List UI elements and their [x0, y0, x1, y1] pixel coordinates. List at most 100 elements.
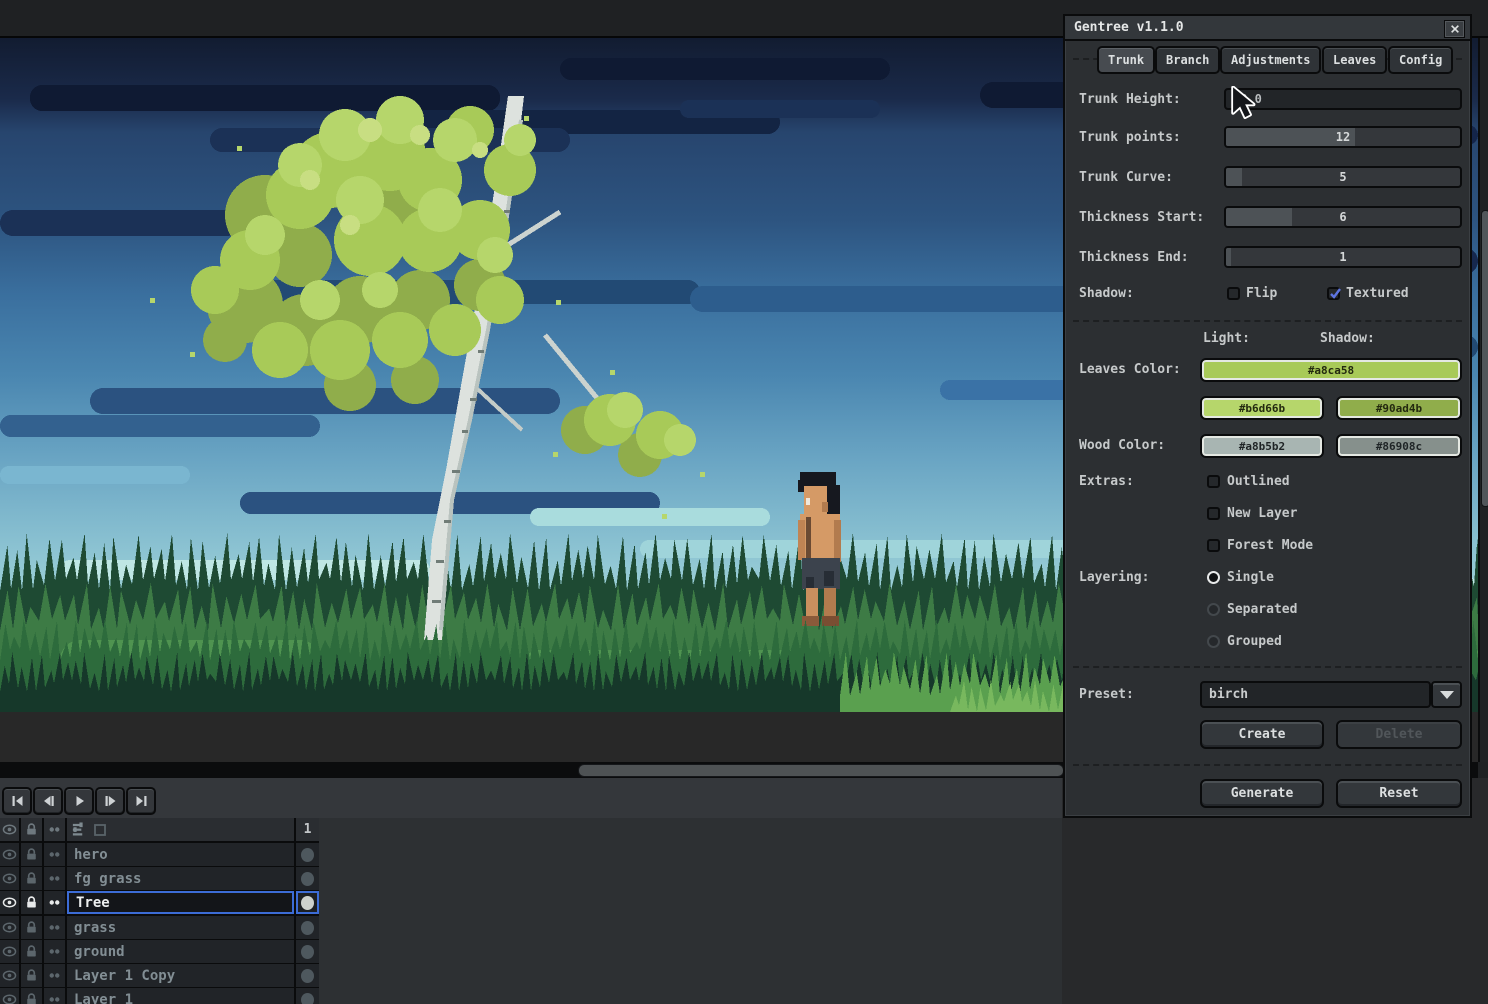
tab-adjustments[interactable]: Adjustments [1220, 46, 1322, 74]
layer-name[interactable]: Tree [67, 891, 294, 914]
continuous-icon[interactable] [44, 867, 65, 890]
cel[interactable] [296, 843, 319, 866]
cel[interactable] [296, 891, 319, 914]
single-label[interactable]: Single [1227, 570, 1274, 585]
lock-icon[interactable] [21, 940, 42, 963]
lock-icon[interactable] [21, 867, 42, 890]
eye-icon[interactable] [0, 843, 19, 866]
eye-icon[interactable] [0, 916, 19, 939]
cel-box-icon [93, 823, 107, 837]
dialog-title-bar[interactable]: Gentree v1.1.0 [1065, 16, 1470, 41]
continuous-icon[interactable] [44, 964, 65, 987]
thickness-end-slider[interactable]: 1 [1224, 246, 1462, 268]
tab-config[interactable]: Config [1388, 46, 1454, 74]
eye-icon[interactable] [0, 867, 19, 890]
new-layer-checkbox[interactable] [1207, 507, 1220, 520]
continuous-icon[interactable] [44, 916, 65, 939]
trunk-points-slider[interactable]: 12 [1224, 126, 1462, 148]
forest-mode-checkbox[interactable] [1207, 539, 1220, 552]
layer-list: 1 hero fg grass Tree grass ground Layer … [0, 818, 319, 1004]
layer-row[interactable]: grass [0, 916, 319, 939]
horizontal-scrollbar-thumb[interactable] [578, 764, 1064, 777]
textured-checkbox[interactable] [1327, 287, 1341, 300]
trunk-curve-slider[interactable]: 5 [1224, 166, 1462, 188]
layer-row[interactable]: fg grass [0, 867, 319, 890]
eye-icon[interactable] [0, 891, 19, 914]
vertical-scrollbar-thumb[interactable] [1481, 210, 1488, 507]
cel[interactable] [296, 916, 319, 939]
close-icon[interactable] [1444, 20, 1465, 38]
lock-icon[interactable] [21, 988, 42, 1004]
trunk-height-input[interactable]: 80.0 [1224, 88, 1462, 110]
trunk-points-label: Trunk points: [1079, 130, 1181, 145]
layer-row[interactable]: Layer 1 Copy [0, 964, 319, 987]
preset-label: Preset: [1079, 687, 1134, 702]
outlined-checkbox[interactable] [1207, 475, 1220, 488]
cel[interactable] [296, 867, 319, 890]
layer-name[interactable]: fg grass [67, 867, 294, 890]
flip-checkbox[interactable] [1227, 287, 1240, 300]
leaves-light-color-swatch[interactable]: #b6d66b [1200, 396, 1324, 420]
layer-row[interactable]: ground [0, 940, 319, 963]
outlined-label[interactable]: Outlined [1227, 474, 1290, 489]
continuous-icon[interactable] [44, 891, 65, 914]
thickness-start-slider[interactable]: 6 [1224, 206, 1462, 228]
flip-label[interactable]: Flip [1246, 286, 1277, 301]
separated-label[interactable]: Separated [1227, 602, 1297, 617]
new-layer-label[interactable]: New Layer [1227, 506, 1297, 521]
preset-dropdown-button[interactable] [1431, 681, 1462, 708]
wood-shadow-color-swatch[interactable]: #86908c [1336, 434, 1462, 458]
layer-name[interactable]: ground [67, 940, 294, 963]
continuous-icon[interactable] [44, 843, 65, 866]
tab-branch[interactable]: Branch [1155, 46, 1221, 74]
forest-mode-label[interactable]: Forest Mode [1227, 538, 1313, 553]
eye-icon[interactable] [0, 818, 19, 841]
layer-name[interactable]: Layer 1 [67, 988, 294, 1004]
continuous-icon[interactable] [44, 818, 65, 841]
lock-icon[interactable] [21, 843, 42, 866]
vertical-scrollbar[interactable] [1478, 38, 1488, 762]
continuous-icon[interactable] [44, 940, 65, 963]
layer-options-header[interactable] [67, 818, 294, 841]
tab-leaves[interactable]: Leaves [1322, 46, 1388, 74]
play-button[interactable] [64, 787, 94, 815]
lock-icon[interactable] [21, 818, 42, 841]
grouped-label[interactable]: Grouped [1227, 634, 1282, 649]
tab-trunk[interactable]: Trunk [1097, 46, 1156, 74]
separated-radio[interactable] [1207, 603, 1220, 616]
lock-icon[interactable] [21, 916, 42, 939]
prev-frame-button[interactable] [33, 787, 63, 815]
first-frame-button[interactable] [2, 787, 32, 815]
preset-dropdown[interactable]: birch [1200, 681, 1431, 708]
generate-button[interactable]: Generate [1200, 779, 1324, 808]
grouped-radio[interactable] [1207, 635, 1220, 648]
reset-button[interactable]: Reset [1336, 779, 1462, 808]
leaves-shadow-color-swatch[interactable]: #90ad4b [1336, 396, 1462, 420]
lock-icon[interactable] [21, 964, 42, 987]
continuous-icon[interactable] [44, 988, 65, 1004]
layer-name[interactable]: Layer 1 Copy [67, 964, 294, 987]
wood-light-color-swatch[interactable]: #a8b5b2 [1200, 434, 1324, 458]
extras-label: Extras: [1079, 474, 1134, 489]
single-radio[interactable] [1207, 571, 1220, 584]
last-frame-button[interactable] [126, 787, 156, 815]
cel[interactable] [296, 988, 319, 1004]
layer-row[interactable]: hero [0, 843, 319, 866]
gentree-dialog: Gentree v1.1.0 Trunk Branch Adjustments … [1063, 14, 1472, 818]
lock-icon[interactable] [21, 891, 42, 914]
layer-row[interactable]: Layer 1 [0, 988, 319, 1004]
layer-name[interactable]: grass [67, 916, 294, 939]
frame-number[interactable]: 1 [296, 818, 319, 841]
eye-icon[interactable] [0, 964, 19, 987]
leaves-main-color-swatch[interactable]: #a8ca58 [1200, 358, 1462, 382]
cel[interactable] [296, 940, 319, 963]
layer-row-selected[interactable]: Tree [0, 891, 319, 914]
eye-icon[interactable] [0, 988, 19, 1004]
textured-label[interactable]: Textured [1346, 286, 1409, 301]
create-button[interactable]: Create [1200, 720, 1324, 749]
layer-name[interactable]: hero [67, 843, 294, 866]
cel[interactable] [296, 964, 319, 987]
next-frame-button[interactable] [95, 787, 125, 815]
eye-icon[interactable] [0, 940, 19, 963]
delete-button[interactable]: Delete [1336, 720, 1462, 749]
